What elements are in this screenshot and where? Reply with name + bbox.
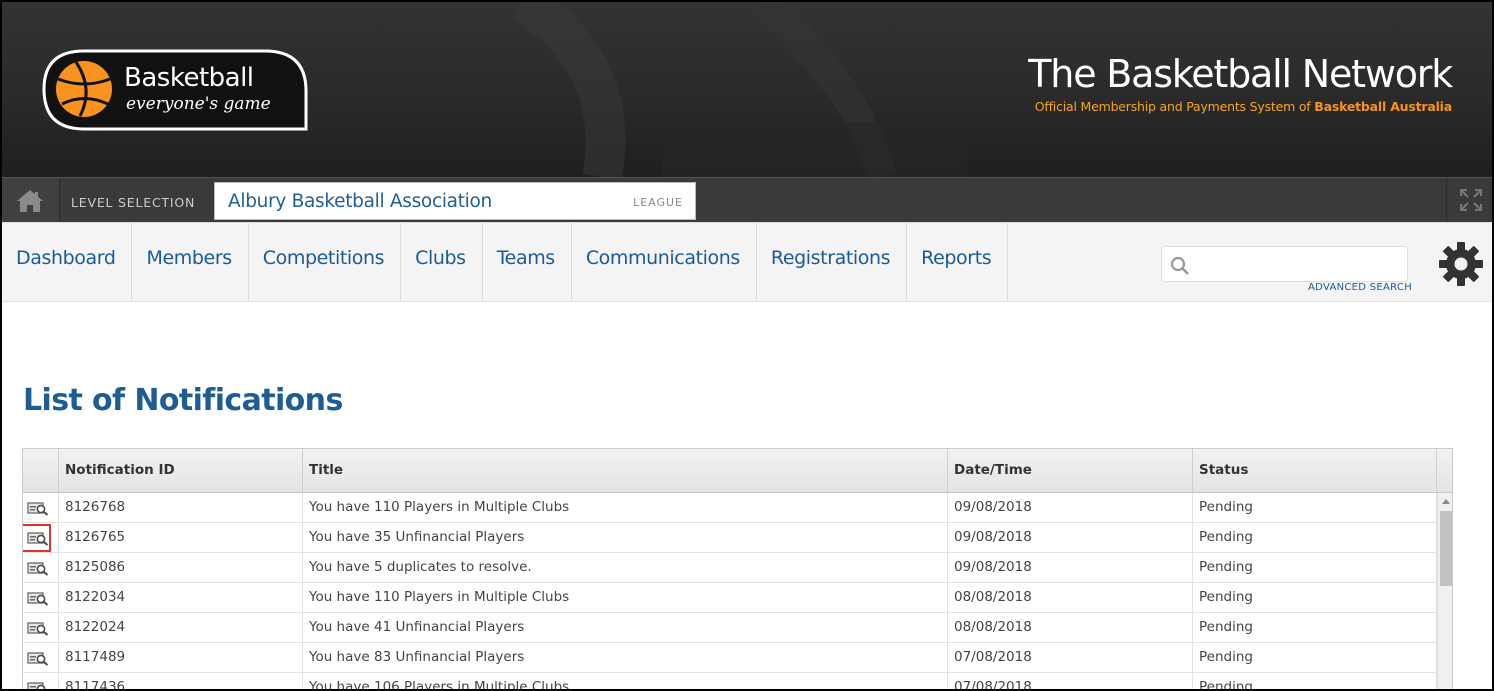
view-details-icon[interactable] xyxy=(27,591,49,606)
brand-subtitle-emphasis: Basketball Australia xyxy=(1314,99,1452,114)
site-header: Basketball everyone's game The Basketbal… xyxy=(2,2,1492,177)
notification-date-cell: 09/08/2018 xyxy=(948,493,1193,523)
notification-id-cell: 8126765 xyxy=(59,523,303,553)
notification-id-cell: 8126768 xyxy=(59,493,303,523)
table-row[interactable]: 8117436 You have 106 Players in Multiple… xyxy=(23,673,1437,689)
view-details-icon[interactable] xyxy=(27,561,49,576)
row-action-cell xyxy=(23,673,59,689)
gear-icon[interactable] xyxy=(1438,241,1484,287)
nav-item-reports[interactable]: Reports xyxy=(907,223,1009,302)
selected-level-type: LEAGUE xyxy=(633,196,683,209)
fullscreen-button[interactable] xyxy=(1446,178,1492,222)
table-scrollbar[interactable] xyxy=(1437,493,1452,689)
notification-id-cell: 8122024 xyxy=(59,613,303,643)
level-selection-label: LEVEL SELECTION xyxy=(71,195,196,210)
brand-title: The Basketball Network xyxy=(1028,52,1453,96)
notification-status-cell: Pending xyxy=(1193,673,1437,689)
selected-level-name: Albury Basketball Association xyxy=(228,191,492,212)
notification-title-cell: You have 35 Unfinancial Players xyxy=(303,523,948,553)
nav-item-registrations[interactable]: Registrations xyxy=(757,223,908,302)
view-details-icon[interactable] xyxy=(27,501,49,516)
row-action-cell xyxy=(23,613,59,643)
view-details-icon[interactable] xyxy=(27,621,49,636)
table-header: Notification ID Title Date/Time Status xyxy=(23,449,1452,493)
notification-date-cell: 07/08/2018 xyxy=(948,643,1193,673)
table-row[interactable]: 8126768 You have 110 Players in Multiple… xyxy=(23,493,1437,523)
column-header-actions xyxy=(23,449,59,493)
row-action-cell xyxy=(23,493,59,523)
search-input[interactable] xyxy=(1196,252,1401,277)
notification-status-cell: Pending xyxy=(1193,613,1437,643)
notification-id-cell: 8117489 xyxy=(59,643,303,673)
search-box xyxy=(1161,246,1408,282)
brand-subtitle: Official Membership and Payments System … xyxy=(1035,99,1452,114)
column-header-notification-id[interactable]: Notification ID xyxy=(59,449,303,493)
notification-status-cell: Pending xyxy=(1193,523,1437,553)
row-action-cell xyxy=(23,553,59,583)
fullscreen-icon xyxy=(1460,189,1482,211)
notification-status-cell: Pending xyxy=(1193,553,1437,583)
advanced-search-link[interactable]: ADVANCED SEARCH xyxy=(1308,282,1412,293)
nav-item-teams[interactable]: Teams xyxy=(483,223,572,302)
notifications-table: Notification ID Title Date/Time Status 8… xyxy=(22,448,1453,689)
level-selection-bar: LEVEL SELECTION Albury Basketball Associ… xyxy=(2,177,1492,222)
table-row[interactable]: 8126765 You have 35 Unfinancial Players … xyxy=(23,523,1437,553)
brand-subtitle-prefix: Official Membership and Payments System … xyxy=(1034,99,1315,114)
table-row[interactable]: 8122034 You have 110 Players in Multiple… xyxy=(23,583,1437,613)
column-header-title[interactable]: Title xyxy=(303,449,948,493)
notification-title-cell: You have 83 Unfinancial Players xyxy=(303,643,948,673)
nav-item-clubs[interactable]: Clubs xyxy=(401,223,483,302)
main-nav: Dashboard Members Competitions Clubs Tea… xyxy=(2,222,1492,302)
page-title: List of Notifications xyxy=(23,383,343,418)
notification-title-cell: You have 5 duplicates to resolve. xyxy=(303,553,948,583)
row-action-cell xyxy=(23,583,59,613)
selected-icon-highlight xyxy=(23,524,51,552)
notification-id-cell: 8125086 xyxy=(59,553,303,583)
notification-status-cell: Pending xyxy=(1193,643,1437,673)
row-action-cell xyxy=(23,523,59,553)
nav-item-members[interactable]: Members xyxy=(132,223,249,302)
notification-id-cell: 8117436 xyxy=(59,673,303,689)
nav-item-communications[interactable]: Communications xyxy=(572,223,757,302)
notification-date-cell: 09/08/2018 xyxy=(948,553,1193,583)
level-selector[interactable]: Albury Basketball Association LEAGUE xyxy=(214,182,696,220)
notification-id-cell: 8122034 xyxy=(59,583,303,613)
app-window: Basketball everyone's game The Basketbal… xyxy=(2,2,1492,689)
notification-date-cell: 09/08/2018 xyxy=(948,523,1193,553)
table-row[interactable]: 8125086 You have 5 duplicates to resolve… xyxy=(23,553,1437,583)
scroll-thumb[interactable] xyxy=(1440,511,1452,586)
basketball-logo[interactable]: Basketball everyone's game xyxy=(40,49,310,131)
table-row[interactable]: 8122024 You have 41 Unfinancial Players … xyxy=(23,613,1437,643)
view-details-icon[interactable] xyxy=(27,681,49,689)
nav-item-dashboard[interactable]: Dashboard xyxy=(2,223,133,302)
nav-menu: Dashboard Members Competitions Clubs Tea… xyxy=(2,223,1009,302)
logo-tagline: everyone's game xyxy=(126,94,271,114)
column-header-status[interactable]: Status xyxy=(1193,449,1437,493)
notification-title-cell: You have 110 Players in Multiple Clubs xyxy=(303,493,948,523)
nav-item-competitions[interactable]: Competitions xyxy=(249,223,402,302)
logo-title: Basketball xyxy=(124,63,254,93)
notification-date-cell: 08/08/2018 xyxy=(948,613,1193,643)
search-icon xyxy=(1170,256,1189,275)
column-header-date-time[interactable]: Date/Time xyxy=(948,449,1193,493)
home-button[interactable] xyxy=(2,178,60,222)
view-details-icon[interactable] xyxy=(27,651,49,666)
notification-date-cell: 07/08/2018 xyxy=(948,673,1193,689)
notification-title-cell: You have 110 Players in Multiple Clubs xyxy=(303,583,948,613)
notification-title-cell: You have 41 Unfinancial Players xyxy=(303,613,948,643)
table-row[interactable]: 8117489 You have 83 Unfinancial Players … xyxy=(23,643,1437,673)
scroll-up-arrow[interactable] xyxy=(1442,499,1450,504)
notification-title-cell: You have 106 Players in Multiple Clubs xyxy=(303,673,948,689)
notification-status-cell: Pending xyxy=(1193,493,1437,523)
notification-status-cell: Pending xyxy=(1193,583,1437,613)
notification-date-cell: 08/08/2018 xyxy=(948,583,1193,613)
home-icon xyxy=(17,190,43,212)
row-action-cell xyxy=(23,643,59,673)
